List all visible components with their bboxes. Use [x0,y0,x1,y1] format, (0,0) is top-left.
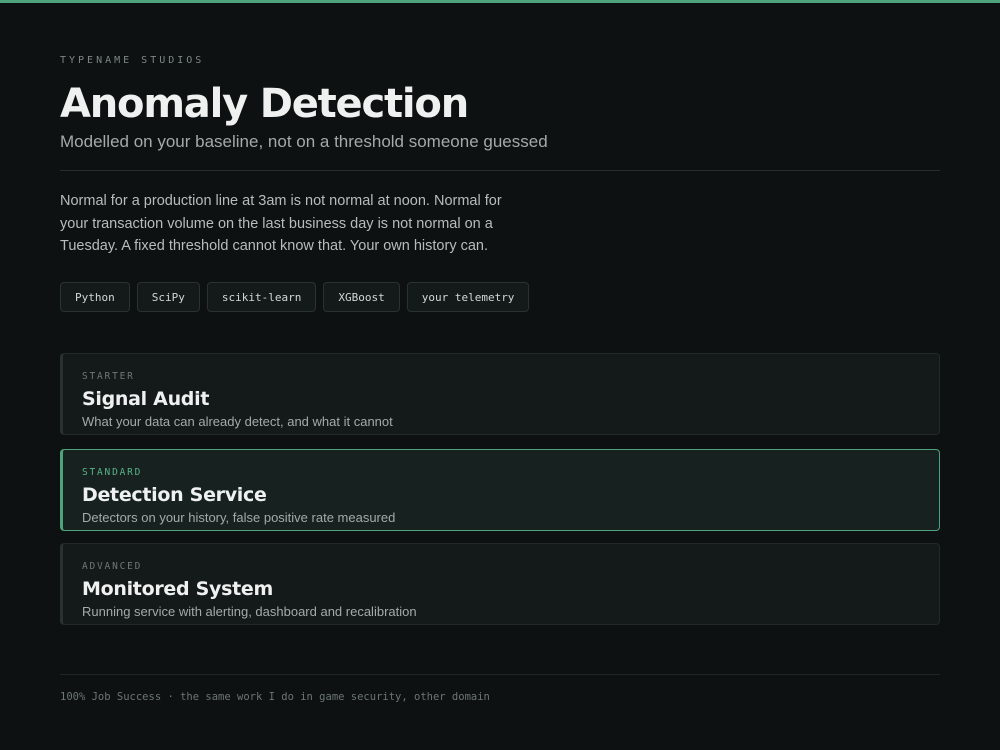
footer-divider [60,674,940,675]
tier-card-starter[interactable]: STARTER Signal Audit What your data can … [60,353,940,435]
tier-description: What your data can already detect, and w… [82,414,393,429]
tier-level-label: ADVANCED [82,561,143,572]
tag-scipy: SciPy [136,282,200,312]
tag-scikit-learn: scikit-learn [206,282,317,312]
tier-card-advanced[interactable]: ADVANCED Monitored System Running servic… [60,543,940,625]
tag-xgboost: XGBoost [323,282,400,312]
tier-description: Detectors on your history, false positiv… [82,510,396,525]
header-divider [60,170,940,171]
tier-name: Monitored System [82,578,273,600]
page-title: Anomaly Detection [60,81,469,127]
tier-level-label: STARTER [82,371,135,382]
tech-tags: Python SciPy scikit-learn XGBoost your t… [60,282,530,312]
page-subtitle: Modelled on your baseline, not on a thre… [60,132,548,151]
tag-your-telemetry: your telemetry [406,282,530,312]
tier-level-label: STANDARD [82,467,143,478]
tier-card-standard[interactable]: STANDARD Detection Service Detectors on … [60,449,940,531]
accent-top-rule [0,0,1000,3]
studio-eyebrow: TYPENAME STUDIOS [60,55,205,66]
tier-name: Signal Audit [82,388,210,410]
footer-note: 100% Job Success · the same work I do in… [60,691,490,703]
tier-name: Detection Service [82,484,267,506]
tag-python: Python [60,282,130,312]
tier-description: Running service with alerting, dashboard… [82,604,417,619]
intro-paragraph: Normal for a production line at 3am is n… [60,193,502,254]
